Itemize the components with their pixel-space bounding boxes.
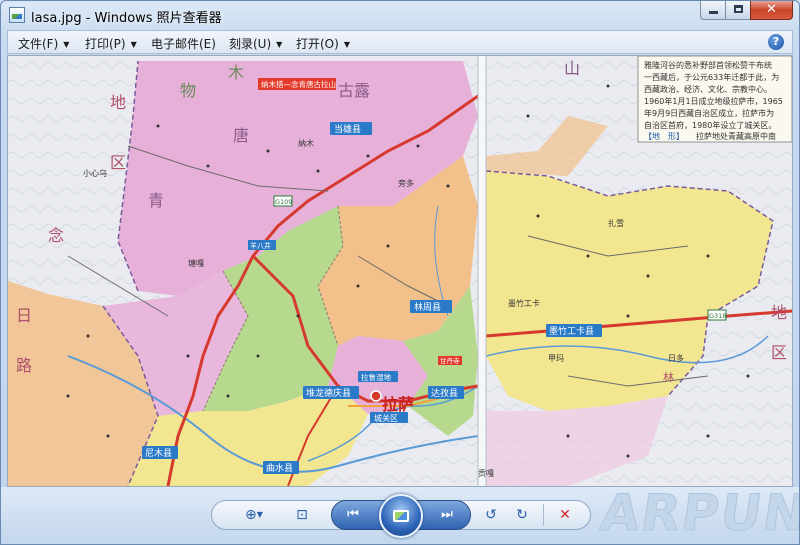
chevron-down-icon: ▼ (63, 40, 70, 49)
label-blue-road: 墨竹工卡 (508, 298, 540, 308)
rotate-ccw-icon: ↺ (485, 507, 497, 523)
label-dagze: 达孜县 (431, 387, 458, 399)
menu-burn[interactable]: 刻录(U) ▼ (229, 35, 282, 52)
maximize-button[interactable] (725, 1, 751, 20)
label-qu-left: 区 (110, 153, 126, 172)
map-photo: 雅隆河谷的悉补野部首领松赞干布统 一西藏后，于公元633年迁都于此，为 西藏政治… (8, 56, 792, 486)
chevron-down-icon: ▼ (343, 40, 350, 49)
slideshow-icon (393, 510, 409, 522)
fit-window-icon: ⊡ (296, 507, 308, 523)
label-yangbajing: 羊八井 (250, 241, 271, 250)
minimize-icon (709, 11, 718, 14)
next-icon: ⏭ (441, 507, 453, 522)
text-box-terrain-text: 拉萨地处青藏高原中南 (696, 131, 776, 141)
label-qing: 青 (148, 191, 164, 210)
label-tang: 唐 (233, 126, 249, 145)
caption-buttons: ✕ (700, 1, 793, 20)
menu-print[interactable]: 打印(P) ▼ (85, 35, 137, 52)
delete-icon: ✕ (559, 507, 571, 523)
toolbar-divider (543, 504, 544, 526)
rotate-cw-icon: ↻ (516, 507, 528, 523)
label-lhasa: 拉萨 (382, 395, 414, 414)
slideshow-button[interactable] (379, 494, 423, 538)
maximize-icon (734, 5, 743, 13)
label-zhaxue: 扎雪 (608, 218, 624, 228)
shield-g109: G109 (275, 198, 292, 206)
label-nyemo: 尼木县 (145, 447, 172, 459)
banner-namtso-label: 纳木措—念青唐古拉山 (261, 79, 336, 89)
label-pongdo: 旁多 (398, 178, 414, 188)
label-gongbo: 贡嘎 (478, 469, 494, 478)
label-shan: 山 (564, 59, 580, 78)
window-title: lasa.jpg - Windows 照片查看器 (31, 11, 222, 26)
label-nian: 念 (48, 226, 64, 245)
text-box-line-4: 1960年1月1日成立地级拉萨市，1965 (644, 96, 783, 106)
text-box-line-1: 雅隆河谷的悉补野部首领松赞干布统 (644, 60, 772, 70)
label-lalu: 拉鲁湿地 (361, 372, 391, 382)
label-rigong: 日多 (668, 353, 684, 363)
label-damxung: 当雄县 (334, 123, 361, 135)
label-tangga: 塘嘎 (188, 258, 204, 268)
close-icon: ✕ (766, 2, 777, 17)
shield-g318: G318 (709, 312, 726, 320)
delete-button[interactable]: ✕ (554, 506, 576, 524)
zoom-icon: ⊕ (245, 507, 257, 523)
label-ri: 日 (16, 306, 32, 325)
close-button[interactable]: ✕ (750, 1, 793, 20)
text-box-line-5: 年9月9日西藏自治区成立，拉萨市为 (644, 108, 774, 118)
previous-button[interactable]: ⏮ (343, 506, 363, 524)
label-wu: 物 (180, 81, 196, 100)
zoom-button[interactable]: ⊕▼ (239, 506, 269, 524)
label-chengguan: 城关区 (374, 413, 398, 423)
rotate-cw-button[interactable]: ↻ (511, 506, 533, 524)
label-maizhokunggar: 墨竹工卡县 (549, 325, 594, 337)
previous-icon: ⏮ (347, 507, 359, 522)
photo-viewer-app-icon[interactable] (9, 7, 25, 23)
menu-open-label: 打开(O) (296, 37, 339, 51)
watermark-logo: ARPUN (596, 484, 800, 543)
photo-viewer-window: lasa.jpg - Windows 照片查看器 ✕ 文件(F) ▼ 打印(P) ▼… (0, 0, 800, 545)
rotate-ccw-button[interactable]: ↺ (480, 506, 502, 524)
label-xinhai: 小心乌 (83, 168, 107, 178)
text-box-line-3: 西藏政治、经济、文化、宗教中心。 (644, 84, 772, 94)
label-mu: 木 (228, 63, 244, 82)
chevron-down-icon: ▼ (256, 510, 263, 519)
image-viewport[interactable]: 雅隆河谷的悉补野部首领松赞干布统 一西藏后，于公元633年迁都于此，为 西藏政治… (7, 55, 793, 487)
chevron-down-icon: ▼ (276, 40, 283, 49)
menu-email-label: 电子邮件(E) (151, 37, 216, 51)
label-ganden: 甘丹寺 (440, 356, 460, 365)
actual-size-button[interactable]: ⊡ (291, 506, 313, 524)
label-di-right: 地 (771, 303, 787, 322)
minimize-button[interactable] (700, 1, 726, 20)
label-lu: 路 (16, 356, 32, 375)
label-linzhou: 林周县 (414, 301, 441, 313)
book-gutter (478, 56, 486, 486)
menu-burn-label: 刻录(U) (229, 37, 272, 51)
label-jiama: 甲玛 (548, 354, 564, 363)
label-gulu: 古露 (338, 81, 370, 100)
label-quxu: 曲水县 (266, 462, 293, 474)
label-lingbo: 林 (663, 370, 674, 384)
help-icon[interactable]: ? (768, 34, 784, 50)
menu-open[interactable]: 打开(O) ▼ (296, 35, 350, 52)
menu-file-label: 文件(F) (18, 37, 59, 51)
text-box-line-6: 自治区首府，1980年设立了城关区。 (644, 120, 776, 130)
label-di-left: 地 (110, 93, 126, 112)
label-namu: 纳木 (298, 138, 314, 148)
menu-bar: 文件(F) ▼ 打印(P) ▼ 电子邮件(E) 刻录(U) ▼ 打开(O) ▼ ? (7, 30, 793, 54)
title-bar[interactable]: lasa.jpg - Windows 照片查看器 ✕ (1, 1, 799, 29)
label-doilungdeqen: 堆龙德庆县 (306, 387, 351, 399)
menu-email[interactable]: 电子邮件(E) (151, 35, 216, 52)
label-qu-right: 区 (771, 343, 787, 362)
text-box-terrain-tag: 【地 形】 (644, 131, 684, 141)
next-button[interactable]: ⏭ (437, 506, 457, 524)
text-box-line-2: 一西藏后，于公元633年迁都于此，为 (644, 72, 779, 82)
menu-print-label: 打印(P) (85, 37, 126, 51)
lhasa-city-marker (370, 390, 382, 402)
menu-file[interactable]: 文件(F) ▼ (18, 35, 69, 52)
chevron-down-icon: ▼ (130, 40, 137, 49)
